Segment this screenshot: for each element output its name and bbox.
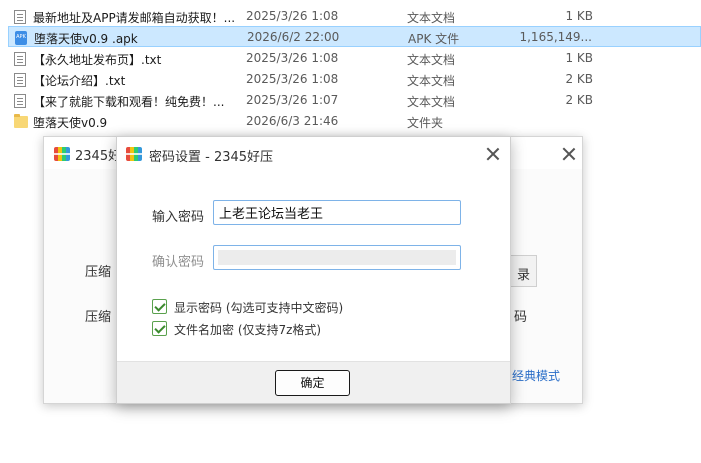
file-date: 2025/3/26 1:08 <box>246 9 339 23</box>
text-file-icon <box>14 52 26 66</box>
folder-icon <box>14 114 28 128</box>
text-file-icon <box>14 73 26 87</box>
file-row[interactable]: 堕落天使v0.9 .apk 2026/6/2 22:00 APK 文件 1,16… <box>8 26 701 47</box>
compress-label: 压缩 <box>85 265 112 280</box>
file-type: 文本文档 <box>407 74 456 88</box>
file-type: 文件夹 <box>407 116 444 130</box>
ok-button[interactable]: 确定 <box>275 370 350 396</box>
classic-mode-link[interactable]: 经典模式 <box>512 367 560 384</box>
file-date: 2025/3/26 1:07 <box>246 93 339 107</box>
file-name: 堕落天使v0.9 <box>33 116 108 130</box>
file-date: 2026/6/3 21:46 <box>246 114 339 128</box>
file-date: 2025/3/26 1:08 <box>246 72 339 86</box>
file-type: 文本文档 <box>407 11 456 25</box>
encrypt-filename-label[interactable]: 文件名加密 (仅支持7z格式) <box>174 321 321 338</box>
text-file-icon <box>14 10 26 24</box>
password-input[interactable] <box>213 200 461 225</box>
file-size: 2 KB <box>565 72 593 86</box>
show-password-label[interactable]: 显示密码 (勾选可支持中文密码) <box>174 299 343 316</box>
file-row[interactable]: 【论坛介绍】.txt 2025/3/26 1:08 文本文档 2 KB <box>8 69 701 90</box>
password-dialog-title: 密码设置 - 2345好压 <box>149 150 274 165</box>
app-logo-icon <box>54 147 70 161</box>
file-name: 堕落天使v0.9 .apk <box>34 32 138 46</box>
file-row[interactable]: 堕落天使v0.9 2026/6/3 21:46 文件夹 <box>8 111 701 132</box>
file-name: 【永久地址发布页】.txt <box>33 53 162 67</box>
file-name: 最新地址及APP请发邮箱自动获取！... <box>33 11 236 25</box>
file-size: 2 KB <box>565 93 593 107</box>
password-dialog: 密码设置 - 2345好压 输入密码 确认密码 显示密码 (勾选可支持中文密码)… <box>116 136 511 404</box>
confirm-password-input[interactable] <box>213 245 461 270</box>
file-name: 【论坛介绍】.txt <box>33 74 126 88</box>
close-icon[interactable] <box>486 147 500 161</box>
close-icon[interactable] <box>562 147 576 161</box>
file-size: 1,165,149... <box>519 30 592 44</box>
file-row[interactable]: 【永久地址发布页】.txt 2025/3/26 1:08 文本文档 1 KB <box>8 48 701 69</box>
file-type: 文本文档 <box>407 53 456 67</box>
app-logo-icon <box>126 147 142 161</box>
file-type: 文本文档 <box>407 95 456 109</box>
show-password-checkbox[interactable] <box>152 299 167 314</box>
encrypt-filename-checkbox[interactable] <box>152 321 167 336</box>
password-dialog-footer: 确定 <box>117 361 510 403</box>
text-file-icon <box>14 94 26 108</box>
file-size: 1 KB <box>565 51 593 65</box>
compress-dialog-title: 2345好 <box>75 149 122 164</box>
browse-button-label: 录 <box>516 268 530 283</box>
file-type: APK 文件 <box>408 32 460 46</box>
file-date: 2025/3/26 1:08 <box>246 51 339 65</box>
confirm-password-label: 确认密码 <box>152 255 205 270</box>
file-name: 【来了就能下载和观看！纯免费！... <box>33 95 225 109</box>
file-date: 2026/6/2 22:00 <box>247 30 340 44</box>
file-size: 1 KB <box>565 9 593 23</box>
password-label: 输入密码 <box>152 210 205 225</box>
file-row[interactable]: 最新地址及APP请发邮箱自动获取！... 2025/3/26 1:08 文本文档… <box>8 6 701 27</box>
apk-file-icon <box>15 31 27 45</box>
password-option-text[interactable]: 码 <box>514 306 527 325</box>
compress-label: 压缩 <box>85 310 112 325</box>
confirm-password-input-fill <box>218 250 456 265</box>
file-row[interactable]: 【来了就能下载和观看！纯免费！... 2025/3/26 1:07 文本文档 2… <box>8 90 701 111</box>
